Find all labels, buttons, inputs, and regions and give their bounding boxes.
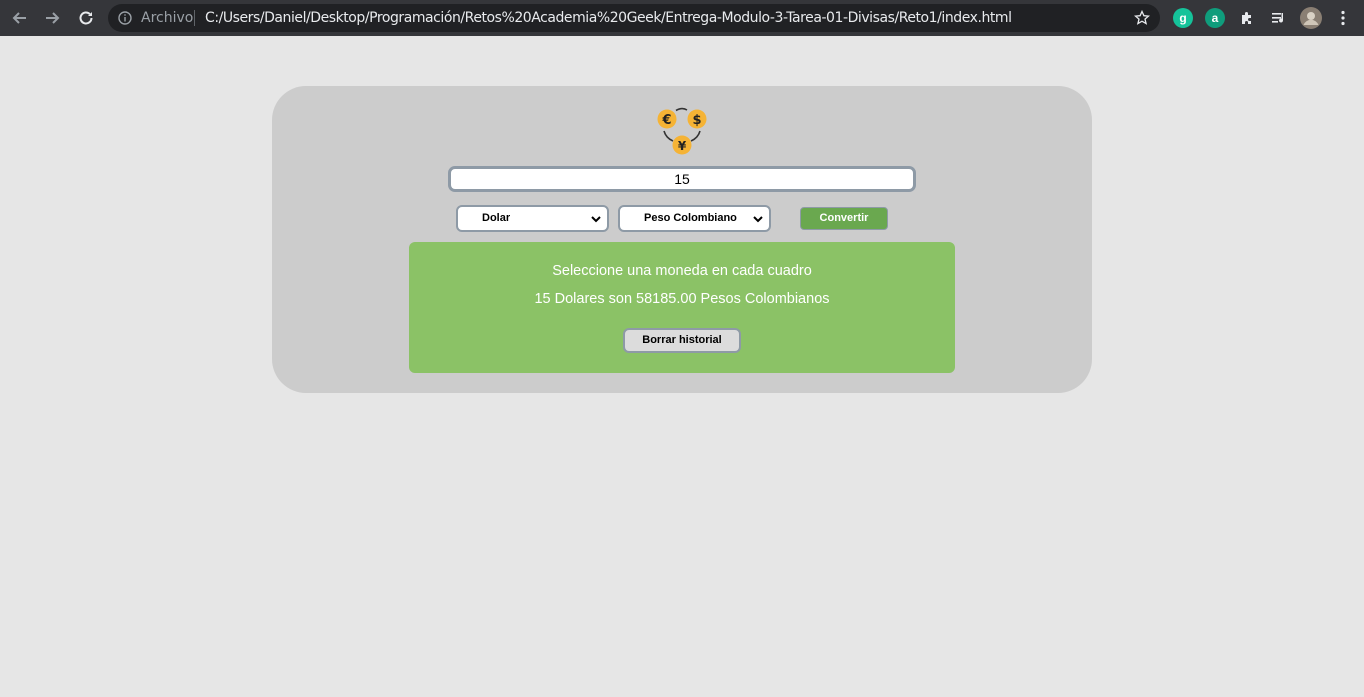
result-message: Seleccione una moneda en cada cuadro bbox=[552, 263, 812, 279]
info-icon[interactable] bbox=[118, 11, 132, 25]
grammarly-icon[interactable]: g bbox=[1173, 8, 1193, 28]
convert-button[interactable]: Convertir bbox=[800, 207, 888, 230]
forward-arrow-icon bbox=[46, 12, 60, 24]
menu-kebab-icon[interactable] bbox=[1333, 8, 1353, 28]
chevron-down-icon bbox=[591, 216, 601, 223]
back-button[interactable] bbox=[8, 6, 32, 30]
yen-symbol: ¥ bbox=[678, 139, 687, 153]
forward-button[interactable] bbox=[40, 6, 64, 30]
chevron-down-icon bbox=[753, 216, 763, 223]
a-extension-icon[interactable]: a bbox=[1205, 8, 1225, 28]
conversion-result: 15 Dolares son 58185.00 Pesos Colombiano… bbox=[534, 291, 830, 307]
dollar-symbol: $ bbox=[692, 113, 701, 128]
protocol-label: Archivo bbox=[141, 10, 194, 26]
from-currency-select[interactable]: Dolar bbox=[456, 205, 609, 232]
from-currency-value: Dolar bbox=[482, 212, 511, 224]
currency-exchange-logo-icon: € $ ¥ bbox=[657, 107, 707, 155]
reload-icon bbox=[79, 11, 93, 25]
euro-symbol: € bbox=[661, 113, 671, 128]
bookmark-star-icon[interactable] bbox=[1134, 10, 1150, 26]
back-arrow-icon bbox=[12, 12, 26, 24]
url-text[interactable]: C:/Users/Daniel/Desktop/Programación/Ret… bbox=[205, 10, 1012, 26]
address-bar[interactable]: Archivo C:/Users/Daniel/Desktop/Programa… bbox=[108, 4, 1160, 32]
profile-avatar[interactable] bbox=[1300, 7, 1322, 29]
to-currency-value: Peso Colombiano bbox=[644, 212, 737, 224]
browser-toolbar: Archivo C:/Users/Daniel/Desktop/Programa… bbox=[0, 0, 1364, 36]
media-queue-icon[interactable] bbox=[1269, 8, 1289, 28]
clear-history-button[interactable]: Borrar historial bbox=[623, 328, 741, 353]
address-separator bbox=[194, 10, 195, 26]
reload-button[interactable] bbox=[74, 6, 98, 30]
converter-card: € $ ¥ 15 Dolar Peso Colombiano Convertir… bbox=[272, 86, 1092, 393]
extensions-puzzle-icon[interactable] bbox=[1237, 8, 1257, 28]
result-panel: Seleccione una moneda en cada cuadro 15 … bbox=[409, 242, 955, 373]
amount-input[interactable]: 15 bbox=[448, 166, 916, 192]
to-currency-select[interactable]: Peso Colombiano bbox=[618, 205, 771, 232]
